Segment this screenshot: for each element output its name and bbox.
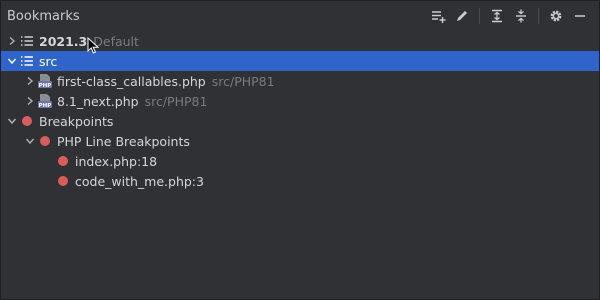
collapse-all-icon[interactable]: [510, 5, 532, 27]
add-to-list-icon[interactable]: [427, 5, 449, 27]
tree-node-breakpoints[interactable]: Breakpoints: [1, 111, 599, 131]
toolbar-divider: [479, 8, 480, 24]
chevron-right-icon[interactable]: [23, 91, 37, 111]
tree-node-php-line-breakpoints[interactable]: PHP Line Breakpoints: [1, 131, 599, 151]
tree-node-file[interactable]: PHP 8.1_next.php src/PHP81: [1, 91, 599, 111]
list-icon: [19, 53, 35, 69]
bookmarks-panel: Bookmarks 2021.3 Default src PHP first-c…: [0, 0, 600, 300]
tree-node-label: 8.1_next.php: [57, 93, 139, 109]
panel-toolbar: [427, 5, 591, 27]
tree-node-hint: src/PHP81: [144, 93, 208, 109]
minimize-icon[interactable]: [569, 5, 591, 27]
breakpoint-icon: [55, 153, 71, 169]
tree-node-hint: Default: [93, 33, 139, 49]
panel-title: Bookmarks: [7, 8, 80, 24]
breakpoint-icon: [19, 113, 35, 129]
php-file-icon: PHP: [37, 73, 53, 89]
tree-node-breakpoint[interactable]: code_with_me.php:3: [1, 171, 599, 191]
chevron-right-icon[interactable]: [23, 71, 37, 91]
chevron-down-icon[interactable]: [5, 111, 19, 131]
panel-header: Bookmarks: [1, 1, 599, 31]
tree-node-label: index.php:18: [75, 153, 158, 169]
list-icon: [19, 33, 35, 49]
chevron-down-icon[interactable]: [23, 131, 37, 151]
chevron-down-icon[interactable]: [5, 51, 19, 71]
tree-node-label: PHP Line Breakpoints: [57, 133, 190, 149]
tree-node-breakpoint[interactable]: index.php:18: [1, 151, 599, 171]
edit-icon[interactable]: [451, 5, 473, 27]
breakpoint-icon: [55, 173, 71, 189]
mouse-cursor-icon: [87, 36, 100, 58]
tree-node-label: 2021.3: [39, 33, 88, 49]
settings-gear-icon[interactable]: [545, 5, 567, 27]
expand-all-icon[interactable]: [486, 5, 508, 27]
toolbar-divider: [538, 8, 539, 24]
tree-node-label: first-class_callables.php: [57, 73, 206, 89]
php-file-icon: PHP: [37, 93, 53, 109]
tree-node-label: Breakpoints: [39, 113, 114, 129]
breakpoint-icon: [37, 133, 53, 149]
tree-node-label: code_with_me.php:3: [75, 173, 204, 189]
tree-node-hint: src/PHP81: [211, 73, 275, 89]
svg-text:PHP: PHP: [39, 83, 52, 89]
chevron-right-icon[interactable]: [5, 31, 19, 51]
svg-text:PHP: PHP: [39, 103, 52, 109]
tree-node-label: src: [39, 53, 58, 69]
tree-node-file[interactable]: PHP first-class_callables.php src/PHP81: [1, 71, 599, 91]
